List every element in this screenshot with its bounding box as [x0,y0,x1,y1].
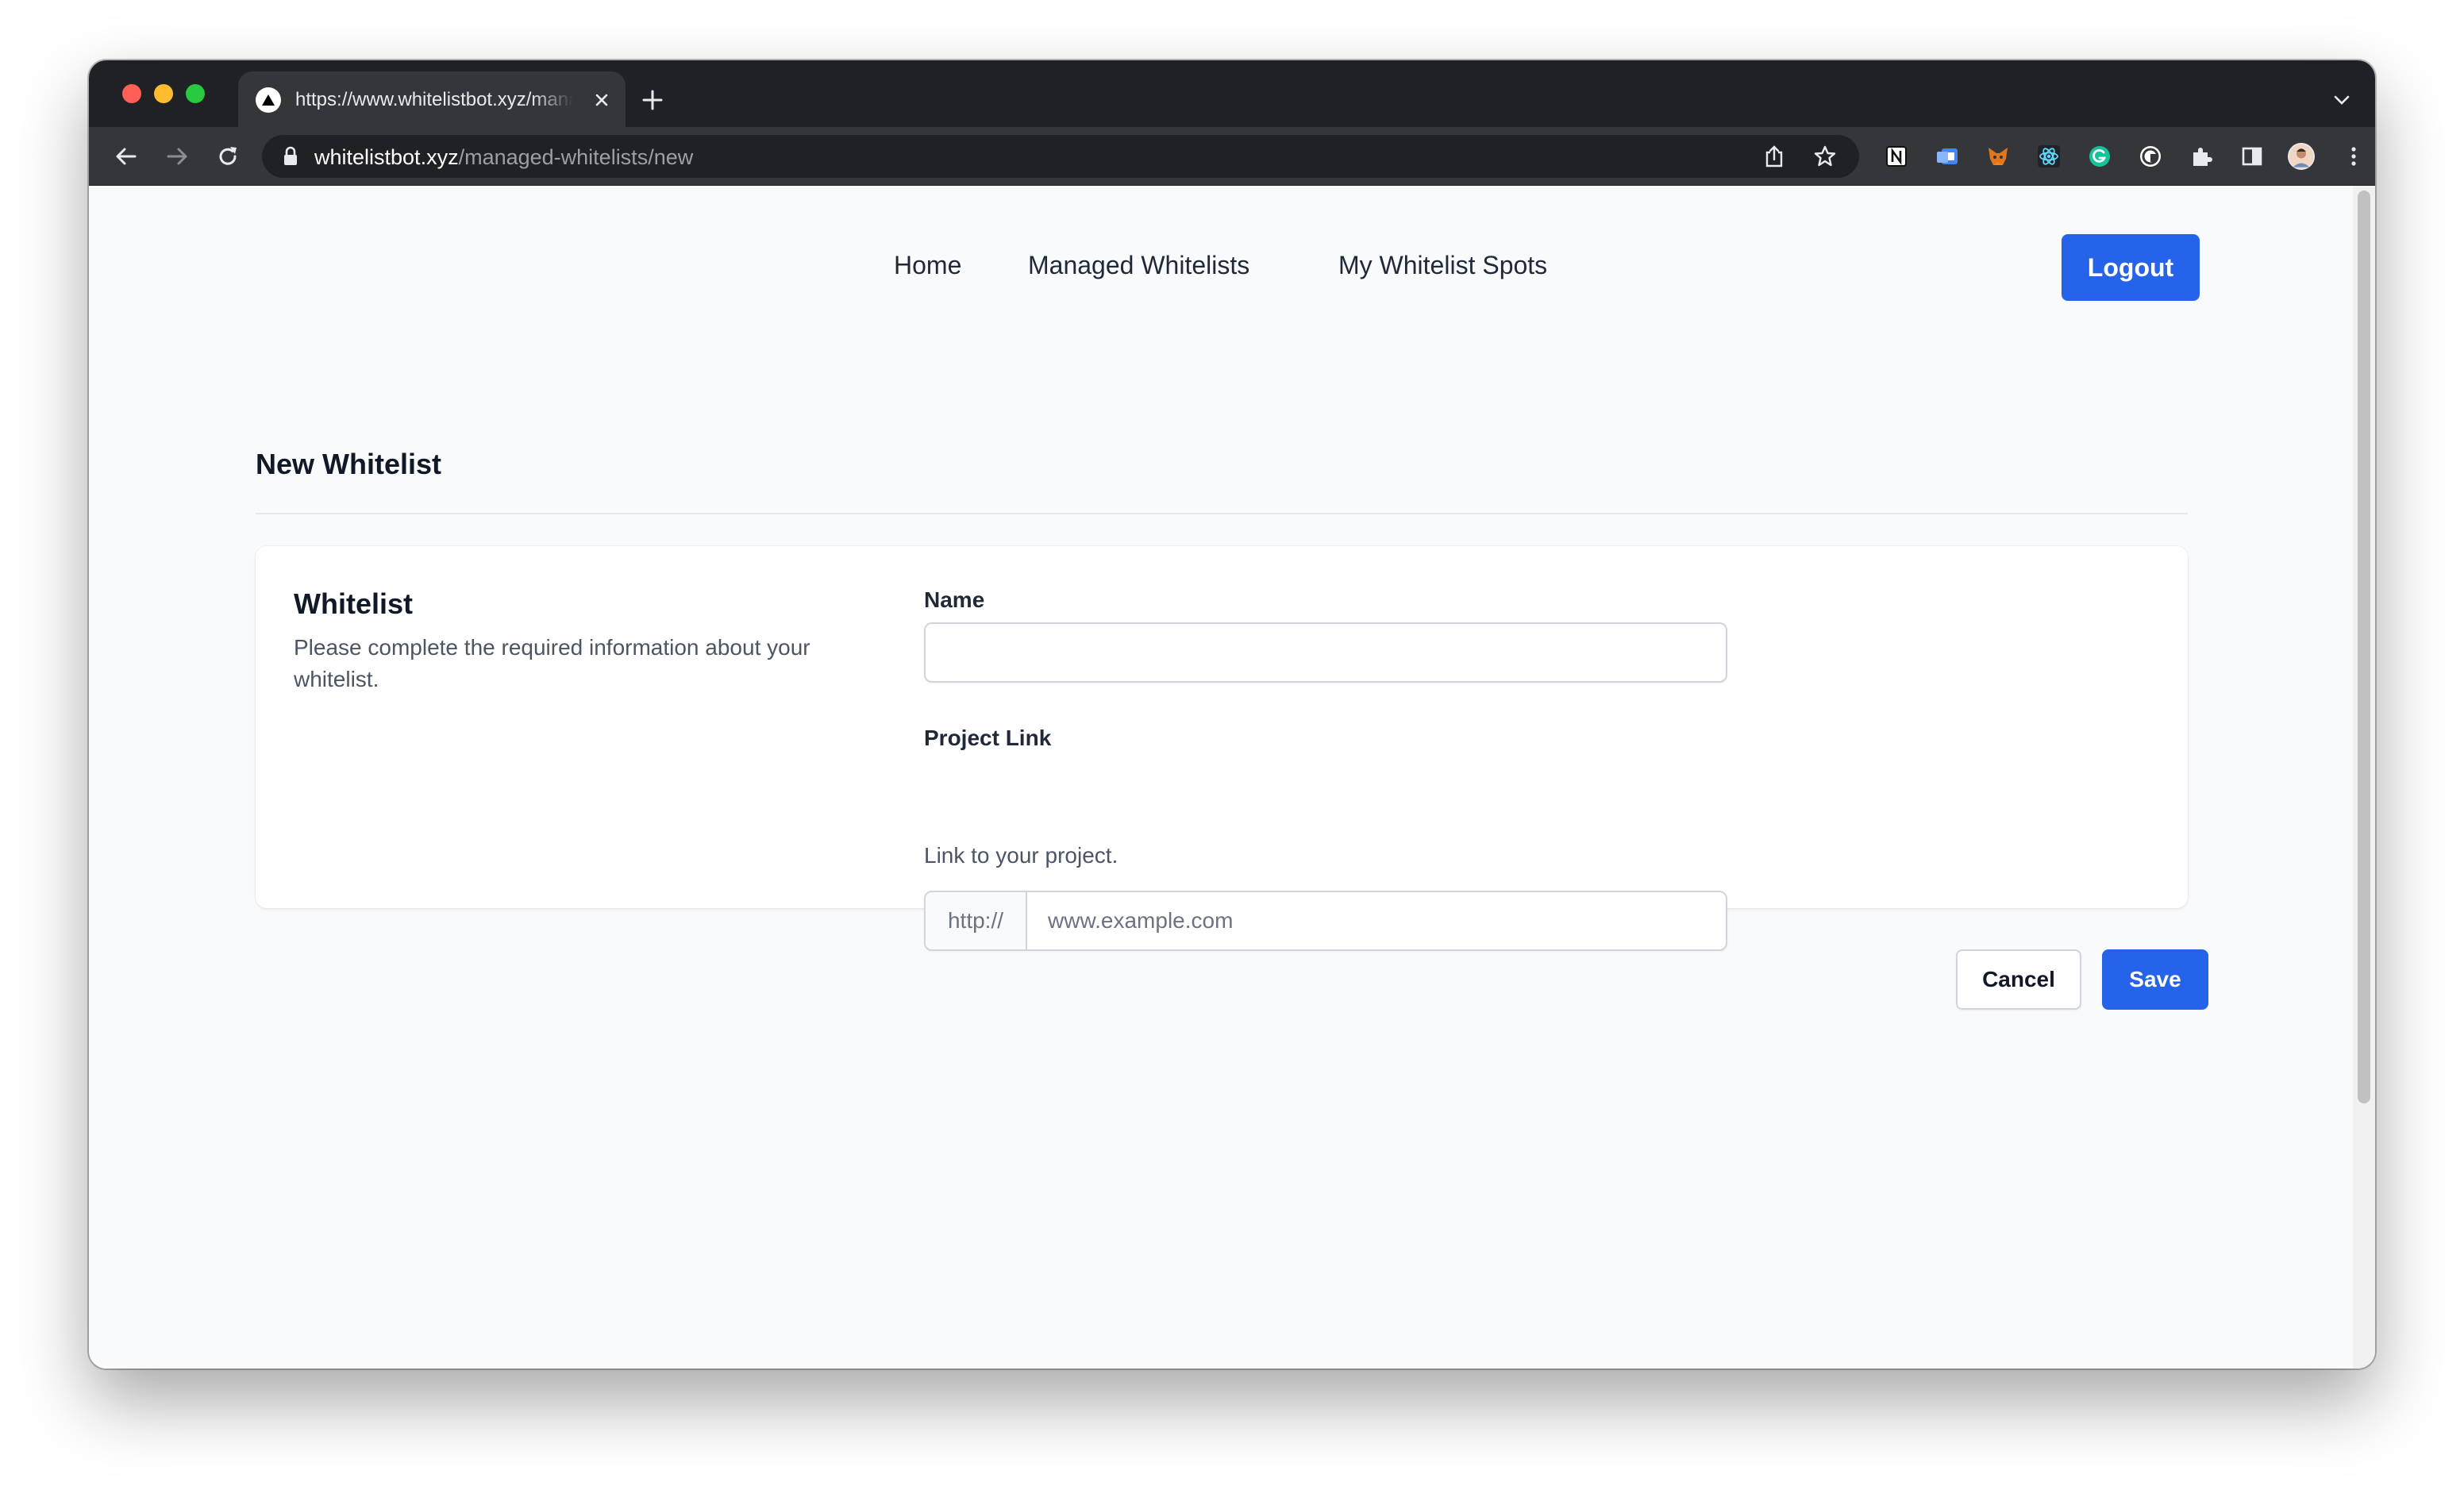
reload-icon[interactable] [210,138,246,175]
back-arrow-icon[interactable] [108,138,144,175]
name-input[interactable] [924,622,1727,683]
side-panel-icon[interactable] [2239,143,2266,170]
section-title: Whitelist [294,587,413,620]
project-link-input-group: http:// [924,891,1727,951]
save-button[interactable]: Save [2102,949,2208,1010]
tab-strip: https://www.whitelistbot.xyz/managed-whi… [89,60,2375,127]
browser-tab-active[interactable]: https://www.whitelistbot.xyz/managed-whi… [238,71,626,127]
notion-extension-icon[interactable] [1883,143,1910,170]
browser-window: https://www.whitelistbot.xyz/managed-whi… [89,60,2375,1369]
url-text[interactable]: whitelistbot.xyz/managed-whitelists/new [314,145,693,170]
project-link-help-text: Link to your project. [924,843,1118,868]
browser-toolbar: whitelistbot.xyz/managed-whitelists/new [89,127,2375,186]
url-prefix-addon: http:// [926,892,1027,949]
more-vertical-icon[interactable] [2340,143,2367,170]
whitelist-form-card: Whitelist Please complete the required i… [256,546,2188,908]
nav-link-my-whitelist-spots[interactable]: My Whitelist Spots [1338,251,1547,280]
address-bar[interactable]: whitelistbot.xyz/managed-whitelists/new [262,135,1859,178]
page-title: New Whitelist [256,448,442,480]
url-path: /managed-whitelists/new [458,145,694,169]
new-tab-plus-icon[interactable] [637,84,668,116]
project-link-label: Project Link [924,726,1052,750]
section-description: Please complete the required information… [294,635,810,691]
close-window-button[interactable] [122,84,141,103]
wallet-extension-icon[interactable] [2137,143,2164,170]
page-scrollbar[interactable] [2353,186,2375,1369]
tab-title: https://www.whitelistbot.xyz/managed-whi… [295,89,573,110]
url-host: whitelistbot.xyz [314,145,459,169]
top-navigation: Home Managed Whitelists My Whitelist Spo… [89,186,2375,351]
nav-link-managed-whitelists[interactable]: Managed Whitelists [1028,251,1249,280]
scrollbar-thumb[interactable] [2358,191,2370,1103]
forward-arrow-icon[interactable] [159,138,195,175]
translate-extension-icon[interactable] [1934,143,1961,170]
react-devtools-extension-icon[interactable] [2035,143,2062,170]
tab-search-chevron-icon[interactable] [2329,87,2354,113]
minimize-window-button[interactable] [154,84,173,103]
cancel-button[interactable]: Cancel [1956,949,2081,1010]
title-divider [256,513,2188,514]
nav-link-home[interactable]: Home [894,251,961,280]
page-content: Home Managed Whitelists My Whitelist Spo… [89,186,2375,1369]
project-link-input[interactable] [1029,892,1726,949]
lock-icon[interactable] [283,146,298,171]
name-label: Name [924,587,985,612]
extensions-puzzle-icon[interactable] [2188,143,2215,170]
maximize-window-button[interactable] [186,84,205,103]
close-tab-icon[interactable] [587,86,616,114]
bookmark-star-icon[interactable] [1811,143,1838,170]
metamask-fox-extension-icon[interactable] [1985,143,2012,170]
logout-button[interactable]: Logout [2062,234,2200,301]
grammarly-extension-icon[interactable] [2086,143,2113,170]
triangle-favicon-icon [256,87,281,113]
share-icon[interactable] [1761,143,1788,170]
profile-avatar-icon[interactable] [2288,143,2315,170]
